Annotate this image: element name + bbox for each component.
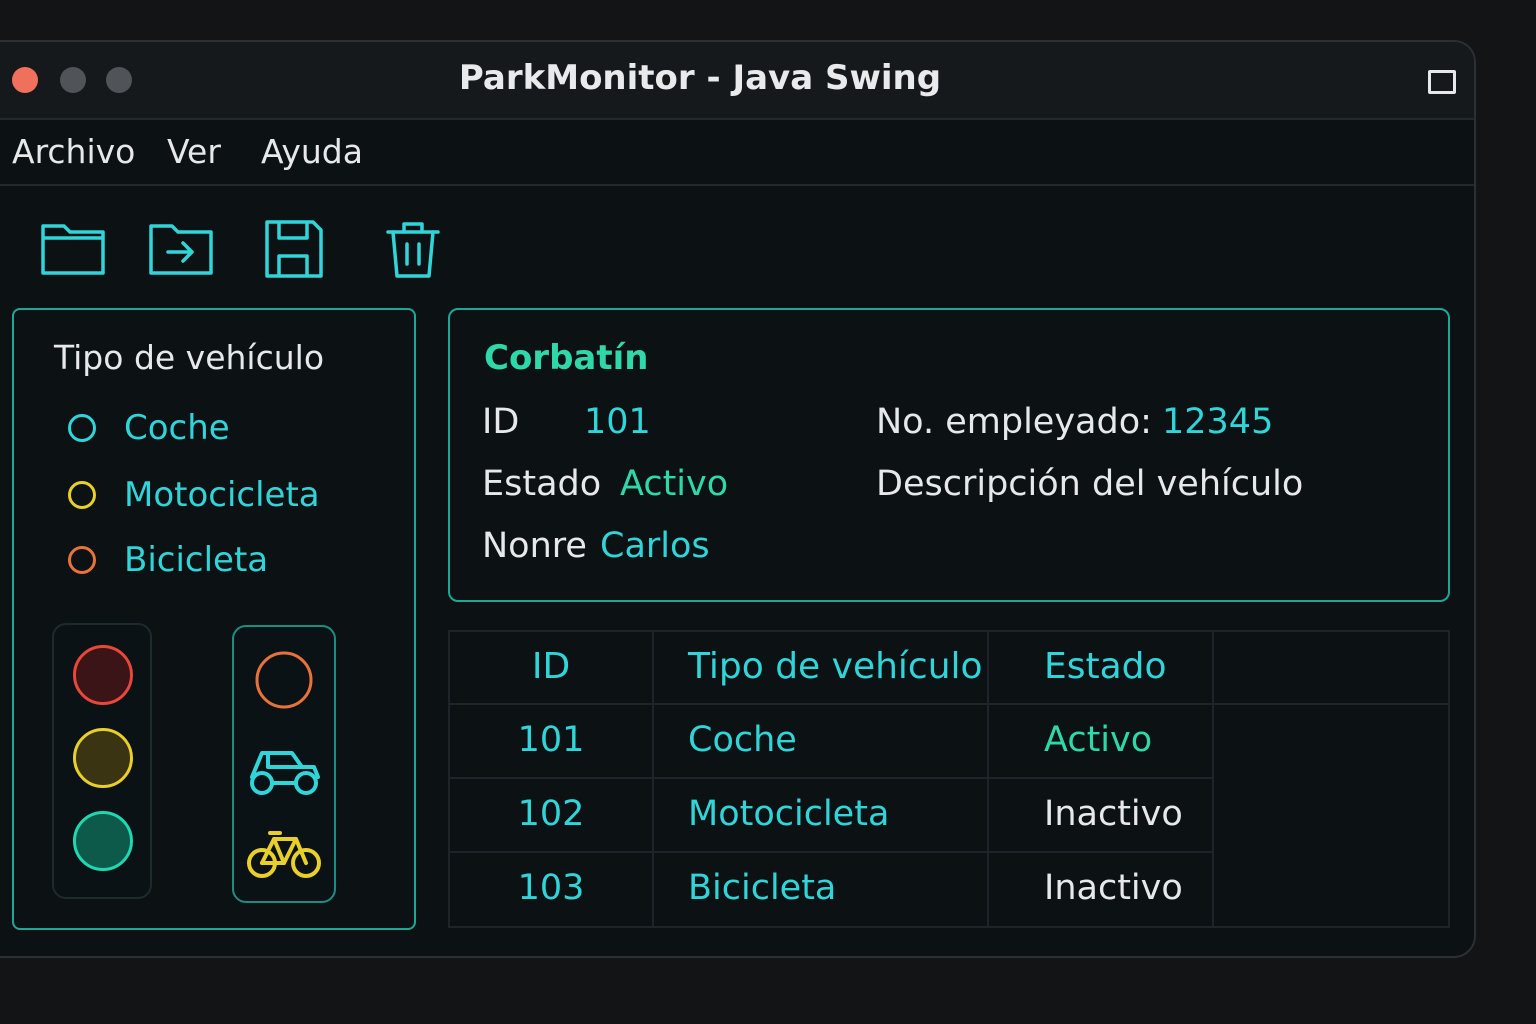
import-folder-button[interactable] [148, 216, 214, 282]
vehicles-table: ID Tipo de vehículo Estado 101 Coche Act… [448, 630, 1450, 928]
row-3-type[interactable]: Bicicleta [688, 868, 836, 908]
trash-icon [386, 222, 440, 278]
folder-arrow-icon [149, 224, 213, 275]
info-heading: Corbatín [484, 338, 649, 378]
row-3-status[interactable]: Inactivo [1044, 868, 1183, 908]
employee-info-panel: Corbatín ID 101 No. empleyado: 12345 Est… [448, 308, 1450, 602]
column-header-status[interactable]: Estado [1044, 646, 1167, 687]
green-light-icon [73, 811, 133, 871]
name-label: Nonre [482, 526, 587, 566]
folder-icon [41, 224, 105, 275]
row-2-status[interactable]: Inactivo [1044, 794, 1183, 834]
yellow-light-icon [73, 728, 133, 788]
id-label: ID [482, 402, 520, 442]
app-window: ParkMonitor - Java Swing Archivo Ver Ayu… [0, 40, 1476, 958]
save-icon [265, 220, 323, 278]
save-button[interactable] [260, 216, 326, 282]
menu-archivo[interactable]: Archivo [12, 132, 135, 171]
open-folder-button[interactable] [40, 216, 106, 282]
traffic-light [52, 623, 152, 899]
radio-circle-icon [68, 481, 96, 509]
radio-circle-icon [68, 414, 96, 442]
radio-label-coche: Coche [124, 408, 230, 448]
row-1-type[interactable]: Coche [688, 720, 797, 760]
menu-ayuda[interactable]: Ayuda [261, 132, 363, 171]
vehicle-type-panel: Tipo de vehículo Coche Motocicleta Bicic… [12, 308, 416, 930]
radio-circle-icon [68, 546, 96, 574]
radio-label-bicicleta: Bicicleta [124, 540, 269, 580]
row-2-id[interactable]: 102 [450, 794, 652, 834]
row-1-id[interactable]: 101 [450, 720, 652, 760]
row-1-status[interactable]: Activo [1044, 720, 1152, 760]
menu-ver[interactable]: Ver [167, 132, 221, 171]
delete-button[interactable] [380, 216, 446, 282]
circle-icon [255, 651, 313, 709]
status-label: Estado [482, 464, 602, 504]
vehicle-icons-box [232, 625, 336, 903]
window-title: ParkMonitor - Java Swing [458, 58, 942, 98]
red-light-icon [73, 645, 133, 705]
radio-label-motocicleta: Motocicleta [124, 475, 320, 515]
vehicle-description-label: Descripción del vehículo [876, 464, 1304, 504]
name-value: Carlos [600, 526, 710, 566]
bicycle-icon [247, 831, 321, 878]
column-header-id[interactable]: ID [450, 646, 652, 687]
title-bar: ParkMonitor - Java Swing [0, 42, 1474, 120]
employee-number-label: No. empleyado: [876, 402, 1152, 442]
maximize-icon[interactable] [1428, 70, 1456, 94]
column-header-type[interactable]: Tipo de vehículo [688, 646, 983, 687]
menu-bar: Archivo Ver Ayuda [0, 120, 1474, 186]
id-value: 101 [584, 402, 651, 442]
row-3-id[interactable]: 103 [450, 868, 652, 908]
employee-number-value: 12345 [1162, 402, 1274, 442]
row-2-type[interactable]: Motocicleta [688, 794, 889, 834]
vehicle-type-title: Tipo de vehículo [54, 338, 325, 377]
car-icon [250, 751, 320, 795]
status-value: Activo [620, 464, 729, 504]
